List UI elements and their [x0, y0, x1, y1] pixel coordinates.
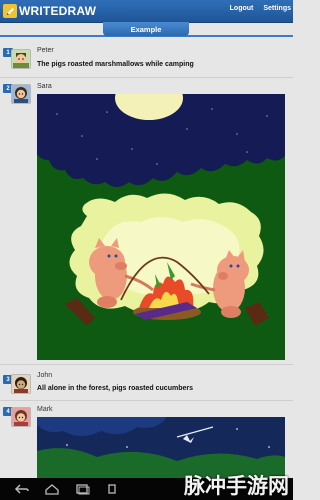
avatar[interactable]: [11, 407, 31, 427]
story-text: All alone in the forest, pigs roasted cu…: [37, 385, 193, 392]
entry-divider: [0, 400, 293, 401]
app-logo-text: WRITEDRAW: [19, 4, 97, 18]
home-icon[interactable]: [44, 483, 60, 495]
avatar[interactable]: [11, 84, 31, 104]
entry-divider: [0, 77, 293, 78]
logout-link[interactable]: Logout: [230, 5, 254, 12]
drawing-night-sky: [37, 417, 285, 478]
pencil-icon: [3, 4, 17, 18]
author-name: Peter: [37, 47, 54, 54]
author-name: John: [37, 372, 53, 379]
avatar[interactable]: [11, 49, 31, 69]
author-name: Sara: [37, 83, 52, 90]
avatar[interactable]: [11, 374, 31, 394]
menu-icon[interactable]: [104, 483, 120, 495]
drawing-campfire-pigs: [37, 76, 285, 360]
author-name: Mark: [37, 406, 53, 413]
settings-link[interactable]: Settings: [263, 5, 291, 12]
watermark-text: 脉冲手游网: [184, 475, 289, 498]
app-logo: WRITEDRAW: [3, 3, 96, 19]
entry-divider: [0, 364, 293, 365]
tab-example[interactable]: Example: [103, 22, 189, 36]
recent-apps-icon[interactable]: [74, 483, 90, 495]
back-icon[interactable]: [14, 483, 30, 495]
app-header: WRITEDRAW Logout Settings: [0, 0, 293, 23]
story-text: The pigs roasted marshmallows while camp…: [37, 61, 194, 68]
